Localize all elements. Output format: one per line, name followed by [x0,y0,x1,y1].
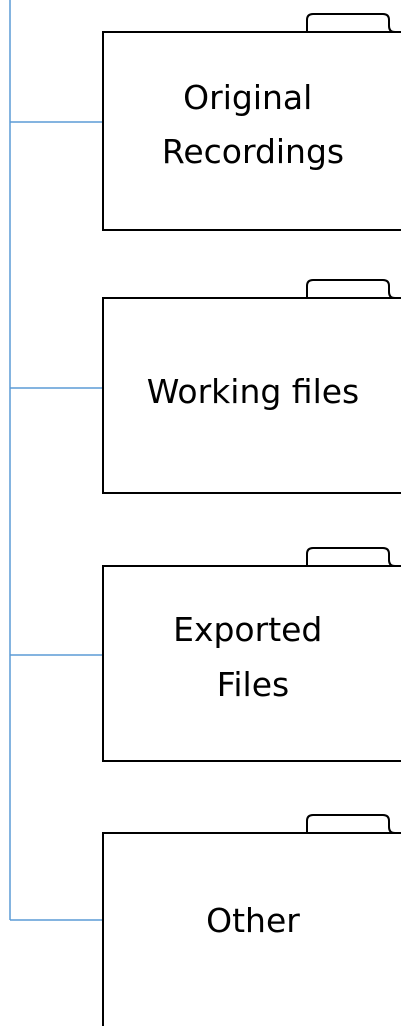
folder-structure-diagram: Original Recordings Working files Export… [9,0,401,1026]
folder-label: Other [206,901,300,940]
folder-tab [306,13,401,33]
folder-tab [306,814,401,834]
folder-other[interactable]: Other [10,814,401,1026]
folder-label-line: Recordings [162,132,344,171]
folder-icon [102,31,401,231]
folder-icon [102,565,401,762]
folder-tab [306,279,401,299]
folder-working-files[interactable]: Working files [10,279,401,494]
folder-label-line: Exported [173,610,322,649]
folder-label: Working files [147,372,360,411]
folder-label-line: Original [183,78,312,117]
folder-label-line: Other [206,901,300,940]
folder-exported-files[interactable]: Exported Files [10,547,401,762]
folder-label-line: Files [217,665,289,704]
folder-original-recordings[interactable]: Original Recordings [10,13,401,231]
folder-tab [306,547,401,567]
folder-label-line: Working files [147,372,360,411]
